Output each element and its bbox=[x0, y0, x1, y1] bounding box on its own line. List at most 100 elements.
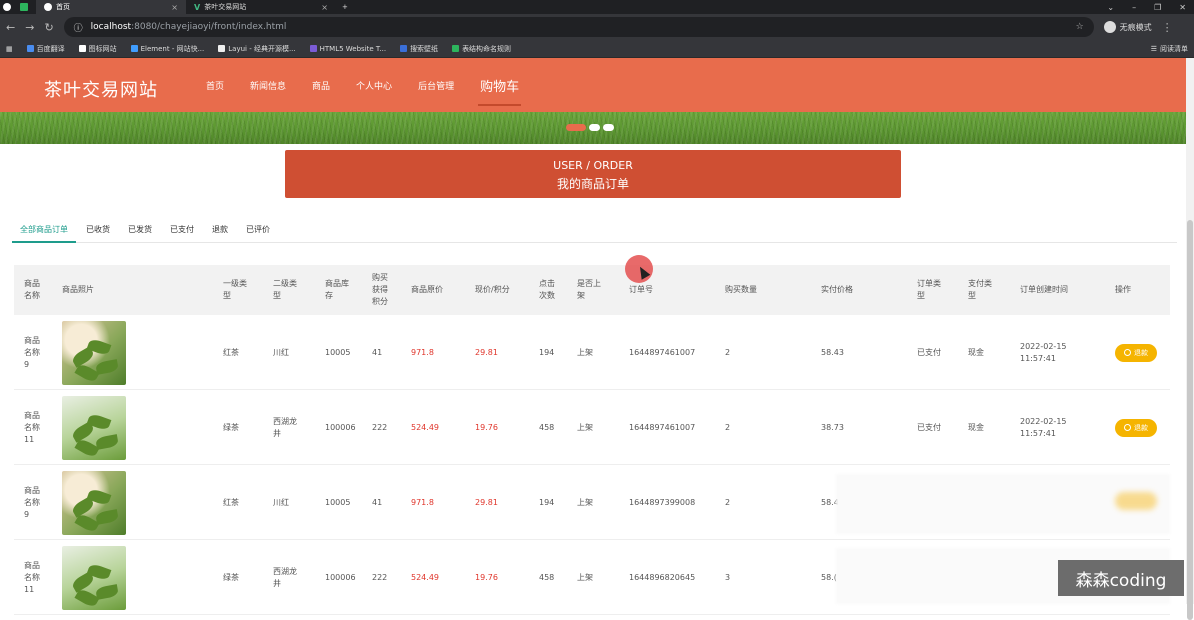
column-header: 实付价格 bbox=[821, 285, 853, 294]
watermark: 森森coding bbox=[1058, 560, 1184, 596]
cell-order-type: 已支付 bbox=[917, 422, 941, 432]
refund-button[interactable]: 退款 bbox=[1115, 343, 1157, 362]
carousel-dot[interactable] bbox=[566, 124, 586, 131]
bookmark-item[interactable]: 搜索壁纸 bbox=[400, 44, 438, 54]
new-tab-button[interactable]: + bbox=[336, 0, 354, 14]
nav-item-home[interactable]: 首页 bbox=[206, 58, 224, 112]
grass-banner bbox=[0, 112, 1194, 144]
star-icon[interactable]: ☆ bbox=[1076, 22, 1084, 32]
cell-name: 商品 名称 9 bbox=[24, 335, 40, 369]
bookmark-icon bbox=[26, 45, 34, 52]
carousel-dot[interactable] bbox=[603, 124, 614, 131]
scrollbar[interactable] bbox=[1186, 58, 1194, 620]
reading-list-icon: ☰ bbox=[1150, 44, 1157, 53]
product-photo[interactable] bbox=[62, 395, 126, 460]
nav-item-admin[interactable]: 后台管理 bbox=[418, 58, 454, 112]
chevron-down-icon[interactable]: ⌄ bbox=[1107, 3, 1114, 12]
url-path: :8080/chayejiaoyi/front/index.html bbox=[131, 22, 287, 32]
nav-item-news[interactable]: 新闻信息 bbox=[250, 58, 286, 112]
cell-created: 2022-02-15 11:57:41 bbox=[1020, 416, 1067, 438]
tab-all-orders[interactable]: 全部商品订单 bbox=[12, 218, 76, 243]
address-bar-row: ← → ↻ ⓘ localhost:8080/chayejiaoyi/front… bbox=[0, 14, 1194, 40]
section-title-en: USER / ORDER bbox=[553, 159, 633, 172]
browser-tab[interactable] bbox=[0, 0, 14, 14]
site-title[interactable]: 茶叶交易网站 bbox=[44, 76, 158, 102]
tab-label: 首页 bbox=[56, 3, 70, 11]
bookmark-item[interactable]: Element - 网站快... bbox=[130, 44, 205, 54]
minimize-icon[interactable]: – bbox=[1132, 3, 1136, 12]
bookmark-item[interactable]: Layui - 经典开源模... bbox=[218, 44, 296, 54]
action-cell: 退款 bbox=[1115, 315, 1157, 390]
bookmark-label: Element - 网站快... bbox=[140, 44, 205, 53]
bookmark-item[interactable]: 图标网站 bbox=[78, 44, 117, 54]
tab-refund[interactable]: 退款 bbox=[204, 218, 236, 243]
tab-received[interactable]: 已收货 bbox=[78, 218, 118, 243]
cell-paid: 38.73 bbox=[821, 422, 844, 432]
table-row: 商品 名称 9 红茶 川红 10005 41 971.8 29.81 194 上架 1644897… bbox=[14, 315, 1170, 390]
column-header: 操作 bbox=[1115, 285, 1131, 294]
url-input[interactable]: ⓘ localhost:8080/chayejiaoyi/front/index… bbox=[63, 17, 1094, 37]
cell-clicks: 194 bbox=[539, 497, 555, 507]
section-title-cn: 我的商品订单 bbox=[556, 177, 629, 191]
forward-icon[interactable]: → bbox=[25, 21, 34, 34]
bookmark-item[interactable]: 表结构命名规则 bbox=[452, 44, 511, 54]
cell-shelf: 上架 bbox=[577, 497, 593, 507]
cell-stock: 10005 bbox=[325, 347, 351, 357]
bookmark-item[interactable]: HTML5 Website T... bbox=[309, 45, 386, 53]
nav-item-profile[interactable]: 个人中心 bbox=[356, 58, 392, 112]
carousel-dot[interactable] bbox=[589, 124, 600, 131]
vue-icon: V bbox=[194, 2, 201, 12]
browser-tab-bar: 首页 × V 茶叶交易网站 × + ⌄ – ❐ ✕ bbox=[0, 0, 1194, 14]
tab-label: 茶叶交易网站 bbox=[204, 3, 247, 11]
product-photo[interactable] bbox=[62, 320, 126, 385]
refund-button[interactable]: 退款 bbox=[1115, 418, 1157, 437]
order-tabs: 全部商品订单 已收货 已发货 已支付 退款 已评价 bbox=[12, 218, 1177, 243]
info-icon: ⓘ bbox=[73, 23, 83, 34]
incognito-indicator[interactable]: 无痕模式 bbox=[1103, 21, 1152, 33]
bookmark-label: 百度翻译 bbox=[36, 44, 65, 53]
column-header: 一级类 型 bbox=[223, 279, 247, 300]
close-icon[interactable]: × bbox=[171, 3, 178, 12]
back-icon[interactable]: ← bbox=[6, 21, 15, 34]
cell-order-type: 已支付 bbox=[917, 347, 941, 357]
apps-icon[interactable]: ▦ bbox=[6, 45, 13, 53]
browser-tab[interactable] bbox=[14, 0, 36, 14]
product-photo[interactable] bbox=[62, 470, 126, 535]
cell-shelf: 上架 bbox=[577, 347, 593, 357]
url-host: localhost bbox=[90, 22, 132, 32]
reload-icon[interactable]: ↻ bbox=[44, 21, 53, 34]
cell-name: 商品 名称 11 bbox=[24, 410, 40, 444]
bookmark-icon bbox=[130, 45, 138, 52]
column-header: 商品 名称 bbox=[24, 279, 40, 300]
product-photo-cell bbox=[62, 315, 126, 390]
blurred-button bbox=[1115, 492, 1157, 510]
site-header: 茶叶交易网站 首页 新闻信息 商品 个人中心 后台管理 购物车 bbox=[0, 58, 1194, 112]
tab-reviewed[interactable]: 已评价 bbox=[238, 218, 278, 243]
maximize-icon[interactable]: ❐ bbox=[1154, 3, 1161, 12]
tab-paid[interactable]: 已支付 bbox=[162, 218, 202, 243]
cell-paid: 58.43 bbox=[821, 347, 844, 357]
cell-type2: 川红 bbox=[273, 497, 289, 507]
cell-points: 41 bbox=[372, 497, 383, 507]
close-icon[interactable]: × bbox=[321, 3, 328, 12]
browser-tab-site[interactable]: V 茶叶交易网站 × bbox=[186, 0, 336, 14]
menu-icon[interactable]: ⋮ bbox=[1162, 21, 1173, 34]
table-row: 商品 名称 11 绿茶 西湖龙 井 100006 222 524.49 19.76 458 上架… bbox=[14, 390, 1170, 465]
product-photo[interactable] bbox=[62, 545, 126, 610]
cell-type1: 绿茶 bbox=[223, 422, 239, 432]
cell-qty: 2 bbox=[725, 422, 731, 432]
bookmark-label: Layui - 经典开源模... bbox=[228, 44, 296, 53]
nav-item-products[interactable]: 商品 bbox=[312, 58, 330, 112]
bookmark-item[interactable]: 百度翻译 bbox=[26, 44, 65, 54]
nav-item-cart[interactable]: 购物车 bbox=[478, 58, 522, 112]
cell-orig: 971.8 bbox=[411, 347, 434, 357]
close-window-icon[interactable]: ✕ bbox=[1179, 3, 1186, 12]
bookmark-icon bbox=[218, 45, 226, 52]
tab-shipped[interactable]: 已发货 bbox=[120, 218, 160, 243]
column-header: 商品库 存 bbox=[325, 279, 349, 300]
refund-label: 退款 bbox=[1134, 423, 1148, 432]
browser-tab-home[interactable]: 首页 × bbox=[36, 0, 186, 14]
bookmark-icon bbox=[452, 45, 460, 52]
scrollbar-thumb[interactable] bbox=[1187, 220, 1193, 620]
reading-list-button[interactable]: ☰ 阅读清单 bbox=[1151, 44, 1188, 54]
